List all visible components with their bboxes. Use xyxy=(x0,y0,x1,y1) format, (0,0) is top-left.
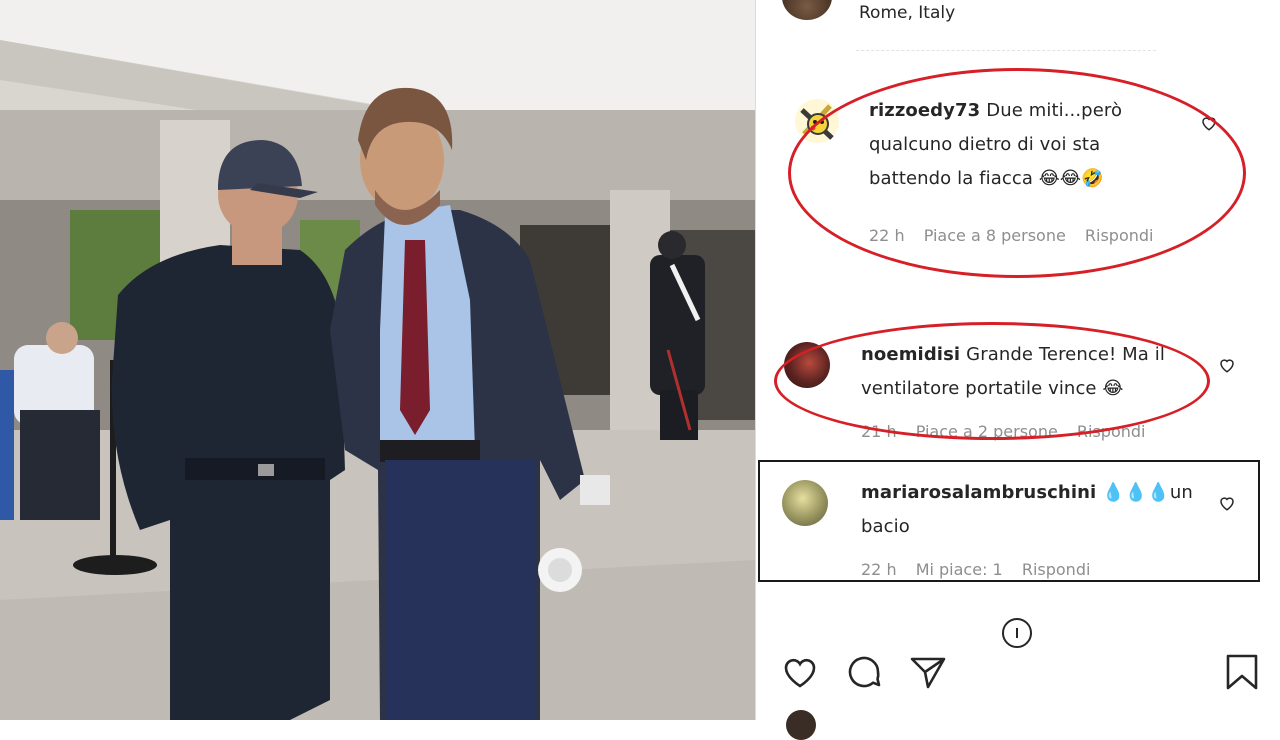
heart-icon xyxy=(784,658,816,688)
comment-body-line: 💧💧💧un xyxy=(1102,482,1193,503)
post-actions xyxy=(756,652,1280,702)
post-location[interactable]: Rome, Italy xyxy=(859,3,955,23)
annotation-ellipse xyxy=(788,68,1246,278)
comment-body-line: bacio xyxy=(861,516,910,537)
comment-username[interactable]: mariarosalambruschini xyxy=(861,482,1096,503)
heart-icon[interactable] xyxy=(1218,356,1236,374)
post-author-avatar[interactable] xyxy=(782,0,832,20)
bookmark-icon xyxy=(1226,654,1258,690)
comments-panel: Rome, Italy rizzoedy73 Due miti...però qu… xyxy=(755,0,1280,740)
post-photo[interactable] xyxy=(0,0,755,720)
comment-icon xyxy=(848,656,881,688)
share-icon xyxy=(910,657,946,689)
heart-icon[interactable] xyxy=(1218,494,1236,512)
comment-meta: 22 h Mi piace: 1 Rispondi xyxy=(861,560,1104,579)
comment-time[interactable]: 22 h xyxy=(861,560,897,579)
save-button[interactable] xyxy=(1222,652,1262,692)
annotation-ellipse xyxy=(774,322,1210,440)
divider xyxy=(856,50,1156,52)
reply-button[interactable]: Rispondi xyxy=(1022,560,1091,579)
load-more-comments-icon[interactable] xyxy=(1002,618,1032,648)
comment-likes[interactable]: Mi piace: 1 xyxy=(916,560,1003,579)
comment-button[interactable] xyxy=(844,652,884,692)
avatar[interactable] xyxy=(786,710,816,740)
share-button[interactable] xyxy=(908,652,948,692)
photo-illustration xyxy=(0,0,755,720)
like-button[interactable] xyxy=(780,652,820,692)
comment-text: mariarosalambruschini 💧💧💧un bacio xyxy=(861,476,1221,544)
avatar[interactable] xyxy=(782,480,828,526)
